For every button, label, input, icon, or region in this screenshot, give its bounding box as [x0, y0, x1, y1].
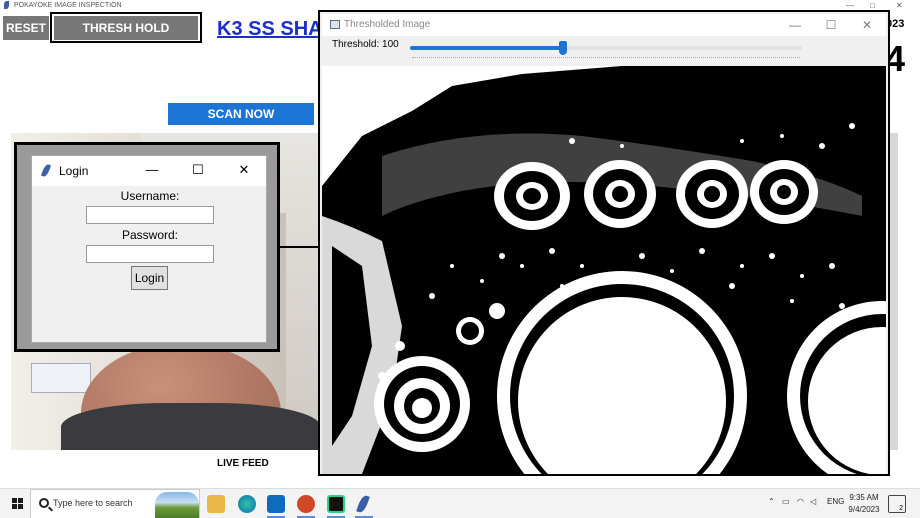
login-window-title: Login	[59, 164, 89, 178]
password-label: Password:	[121, 228, 179, 242]
scan-now-button[interactable]: SCAN NOW	[168, 103, 314, 125]
login-titlebar[interactable]: Login — ☐ ✕	[32, 156, 266, 186]
login-minimize-button[interactable]: —	[138, 160, 166, 180]
reset-button[interactable]: RESET	[3, 16, 49, 40]
username-field[interactable]	[86, 206, 214, 224]
thresholded-image	[322, 66, 886, 474]
threshold-slider[interactable]	[410, 41, 802, 55]
threshold-toolbar: Threshold: 100	[322, 36, 886, 66]
thresholded-part-image	[322, 66, 886, 474]
edge-icon[interactable]	[238, 495, 256, 513]
python-feather-icon	[4, 1, 9, 10]
login-button[interactable]: Login	[131, 266, 168, 290]
login-window: Login — ☐ ✕ Username: Password: Login	[31, 155, 267, 343]
language-indicator[interactable]: ENG	[827, 497, 844, 506]
camera-monitor	[31, 363, 91, 393]
app-close-button[interactable]: ✕	[896, 0, 903, 11]
pycharm-icon[interactable]	[327, 495, 345, 513]
clock-date: 9/4/2023	[848, 505, 880, 514]
login-close-button[interactable]: ✕	[230, 160, 258, 180]
file-explorer-icon[interactable]	[207, 495, 225, 513]
speaker-icon[interactable]: ◁	[810, 497, 816, 506]
login-maximize-button[interactable]: ☐	[184, 160, 212, 180]
window-icon	[330, 20, 340, 29]
app-window-title: POKAYOKE IMAGE INSPECTION	[13, 2, 122, 9]
windows-taskbar: Type here to search ⌃ ▭ ◠ ◁ ENG 9:35 AM …	[0, 488, 920, 518]
windows-start-icon[interactable]	[4, 489, 30, 518]
taskbar-search-box[interactable]: Type here to search	[30, 489, 200, 518]
taskbar-search-placeholder: Type here to search	[53, 498, 133, 508]
chevron-up-icon[interactable]: ⌃	[768, 497, 775, 506]
threshold-slider-fill	[410, 46, 563, 50]
password-field[interactable]	[86, 245, 214, 263]
desktop-screen: POKAYOKE IMAGE INSPECTION — □ ✕ RESET TH…	[0, 0, 920, 518]
annotation-connector	[280, 246, 320, 248]
slider-tick-marks	[412, 57, 800, 59]
taskbar-clock[interactable]: 9:35 AM 9/4/2023	[846, 492, 882, 516]
outlook-icon[interactable]	[267, 495, 285, 513]
notification-icon[interactable]: 2	[888, 495, 906, 513]
powerpoint-icon[interactable]	[297, 495, 315, 513]
search-icon	[39, 498, 49, 508]
python-feather-icon[interactable]	[356, 494, 370, 514]
thresh-close-button[interactable]: ✕	[856, 16, 878, 34]
page-title: K3 SS SHA	[217, 18, 323, 40]
feather-icon	[40, 163, 52, 178]
thresh-minimize-button[interactable]: —	[784, 16, 806, 34]
username-label: Username:	[120, 189, 180, 203]
thresh-settings-button[interactable]: THRESH HOLD SETTINGS	[54, 16, 198, 59]
thresholded-titlebar[interactable]: Thresholded Image — ☐ ✕	[322, 14, 886, 36]
wifi-icon[interactable]: ◠	[797, 497, 804, 506]
camera-person-shirt	[61, 403, 321, 450]
threshold-label: Threshold: 100	[332, 39, 399, 50]
thresholded-window-title: Thresholded Image	[344, 19, 431, 30]
live-feed-label: LIVE FEED	[217, 458, 269, 469]
threshold-slider-thumb[interactable]	[559, 41, 567, 55]
thresh-maximize-button[interactable]: ☐	[820, 16, 842, 34]
clock-time: 9:35 AM	[849, 493, 879, 502]
search-highlight-image	[155, 492, 199, 518]
battery-icon[interactable]: ▭	[782, 497, 790, 506]
